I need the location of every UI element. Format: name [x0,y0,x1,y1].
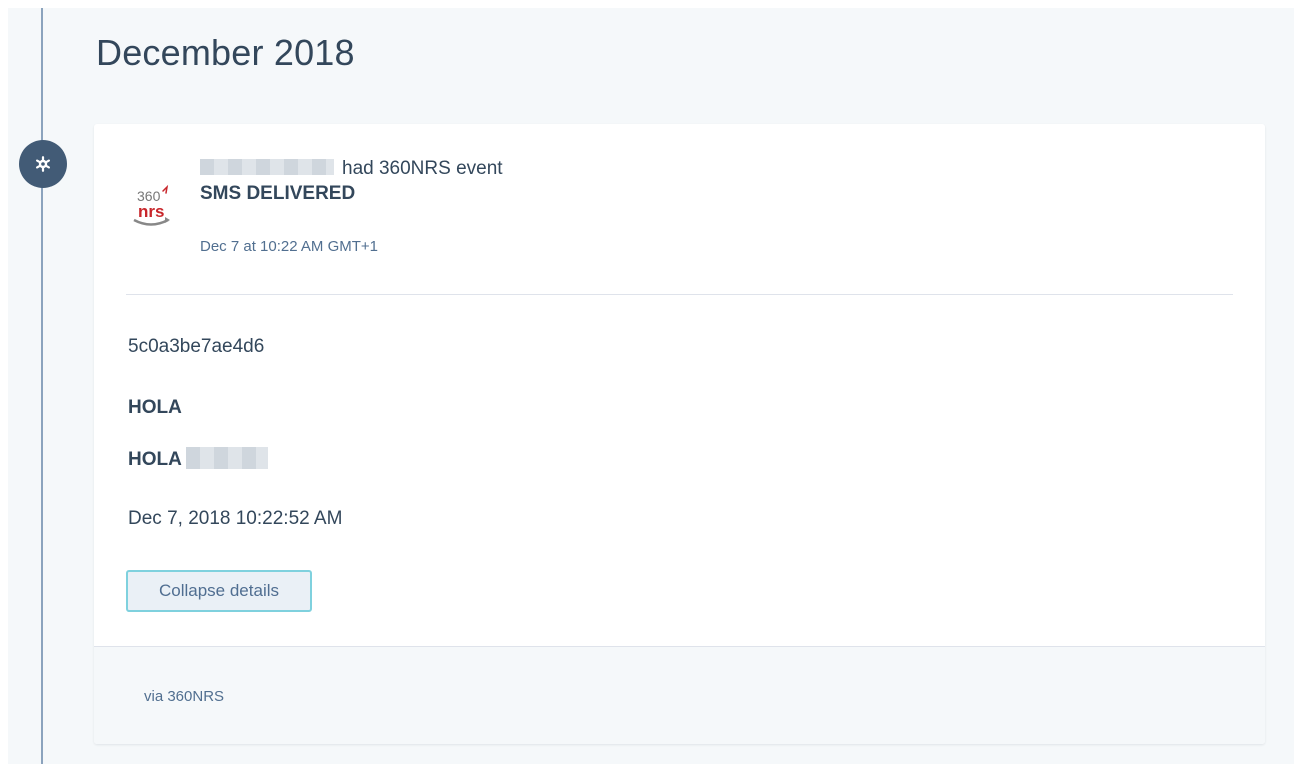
delivered-at: Dec 7, 2018 10:22:52 AM [128,508,343,529]
event-actor-line: had 360NRS event [200,158,503,180]
header-divider [126,294,1233,295]
sender-name: HOLA [128,397,182,418]
timeline-line [41,8,43,764]
redacted-contact-name [200,158,334,175]
message-text: HOLA [128,449,182,470]
message-id: 5c0a3be7ae4d6 [128,336,265,357]
via-source: via 360NRS [144,688,225,705]
event-timestamp: Dec 7 at 10:22 AM GMT+1 [200,238,379,255]
event-header: 360 nrs had 360NRS event SMS DELIVERED D… [94,124,1265,294]
gear-icon [35,156,50,172]
timeline-marker [19,140,67,188]
logo-bottom-text: nrs [138,202,164,221]
360nrs-logo: 360 nrs [133,184,170,226]
month-heading: December 2018 [96,32,355,73]
event-type: SMS DELIVERED [200,183,356,204]
redacted-message-text [185,446,268,469]
message-text-line: HOLA [128,446,268,471]
event-card: 360 nrs had 360NRS event SMS DELIVERED D… [94,124,1265,744]
collapse-details-button[interactable]: Collapse details [126,570,312,612]
event-footer: via 360NRS [94,646,1265,744]
event-actor-text: had 360NRS event [342,158,503,179]
